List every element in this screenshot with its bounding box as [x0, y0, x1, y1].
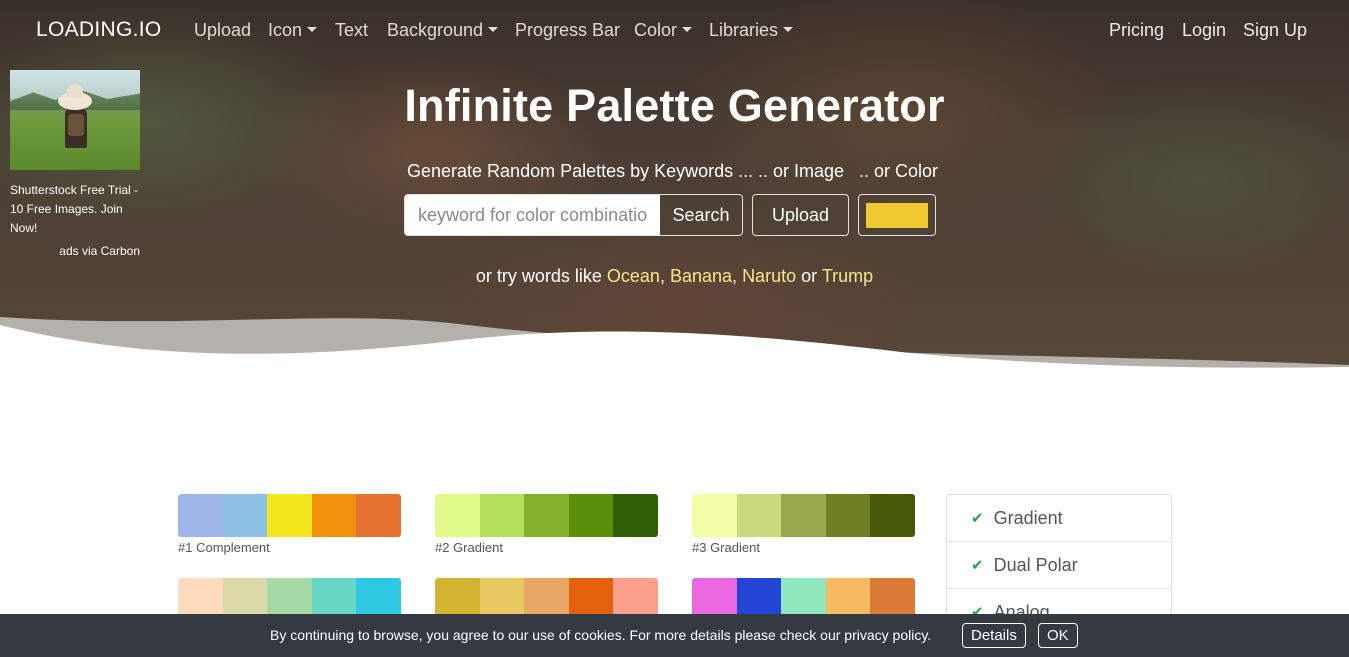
- try-words-prefix: or try words like: [475, 266, 602, 286]
- palette-card[interactable]: #1 Complement: [178, 494, 401, 555]
- cookie-details-button[interactable]: Details: [962, 623, 1026, 648]
- hero-wave-divider: [0, 317, 1349, 395]
- nav-icon-label: Icon: [268, 20, 303, 40]
- palette-label: #3 Gradient: [692, 540, 760, 555]
- try-sep: ,: [659, 266, 665, 286]
- keyword-search-group: Search: [404, 194, 743, 236]
- filter-gradient[interactable]: ✔ Gradient: [947, 495, 1171, 542]
- caret-down-icon: [307, 27, 318, 32]
- upload-image-button[interactable]: Upload: [752, 194, 849, 236]
- palette-swatch[interactable]: [781, 494, 826, 537]
- search-button[interactable]: Search: [660, 195, 742, 235]
- filter-dual-polar[interactable]: ✔ Dual Polar: [947, 542, 1171, 589]
- color-picker-button[interactable]: [858, 194, 936, 236]
- palette-swatch[interactable]: [825, 494, 871, 537]
- nav-libraries-label: Libraries: [709, 20, 779, 40]
- try-sep: ,: [732, 266, 738, 286]
- palette-card[interactable]: #3 Gradient: [692, 494, 915, 555]
- palette-swatch[interactable]: [356, 494, 401, 537]
- ad-text[interactable]: Shutterstock Free Trial - 10 Free Images…: [10, 181, 140, 238]
- nav-icon-dropdown[interactable]: Icon: [268, 20, 318, 41]
- nav-text[interactable]: Text: [335, 20, 368, 41]
- picked-color-swatch: [866, 203, 928, 228]
- try-words-line: or try words like Ocean, Banana, Naruto …: [0, 266, 1349, 287]
- palette-swatch[interactable]: [479, 494, 525, 537]
- nav-color-dropdown[interactable]: Color: [634, 20, 693, 41]
- palette-swatch[interactable]: [613, 494, 658, 537]
- palette-swatch[interactable]: [692, 494, 737, 537]
- top-navbar: LOADING.IO Upload Icon Text Background P…: [0, 0, 1349, 62]
- subtitle-color: .. or Color: [859, 161, 939, 181]
- cookie-consent-bar: By continuing to browse, you agree to ou…: [0, 614, 1349, 657]
- caret-down-icon: [783, 27, 794, 32]
- cookie-ok-button[interactable]: OK: [1038, 623, 1078, 648]
- cookie-message: By continuing to browse, you agree to ou…: [270, 627, 932, 643]
- try-word-naruto[interactable]: Naruto: [742, 266, 796, 286]
- nav-sign-up[interactable]: Sign Up: [1243, 20, 1307, 41]
- palette-swatch[interactable]: [435, 494, 480, 537]
- palette-swatch[interactable]: [311, 494, 357, 537]
- nav-pricing[interactable]: Pricing: [1109, 20, 1164, 41]
- nav-upload[interactable]: Upload: [194, 20, 251, 41]
- ad-via-carbon[interactable]: ads via Carbon: [10, 244, 140, 258]
- filter-label: Gradient: [993, 507, 1063, 528]
- check-icon: ✔: [971, 557, 984, 574]
- nav-libraries-dropdown[interactable]: Libraries: [709, 20, 794, 41]
- nav-background-label: Background: [387, 20, 484, 40]
- nav-text-label: Text: [335, 20, 369, 40]
- nav-upload-label: Upload: [194, 20, 252, 40]
- palette-swatch[interactable]: [524, 494, 569, 537]
- palette-card[interactable]: #2 Gradient: [435, 494, 658, 555]
- brand-logo[interactable]: LOADING.IO: [36, 18, 162, 42]
- palette-swatch[interactable]: [222, 494, 268, 537]
- caret-down-icon: [488, 27, 499, 32]
- page-title: Infinite Palette Generator: [404, 80, 945, 131]
- try-or: or: [801, 266, 818, 286]
- palette-swatch[interactable]: [178, 494, 223, 537]
- nav-progress-bar-label: Progress Bar: [515, 20, 621, 40]
- palette-swatch[interactable]: [736, 494, 782, 537]
- palette-label: #2 Gradient: [435, 540, 503, 555]
- subtitle-image: .. or Image: [758, 161, 845, 181]
- try-word-trump[interactable]: Trump: [822, 266, 873, 286]
- nav-color-label: Color: [634, 20, 678, 40]
- filter-label: Dual Polar: [993, 554, 1078, 575]
- palette-color-bar[interactable]: [178, 494, 401, 537]
- palette-swatch[interactable]: [267, 494, 312, 537]
- caret-down-icon: [682, 27, 693, 32]
- nav-login[interactable]: Login: [1182, 20, 1226, 41]
- nav-progress-bar[interactable]: Progress Bar: [515, 20, 620, 41]
- nav-background-dropdown[interactable]: Background: [387, 20, 499, 41]
- palette-swatch[interactable]: [568, 494, 614, 537]
- check-icon: ✔: [971, 510, 984, 527]
- palette-color-bar[interactable]: [692, 494, 915, 537]
- try-word-ocean[interactable]: Ocean: [607, 266, 660, 286]
- try-word-banana[interactable]: Banana: [670, 266, 732, 286]
- keyword-search-input[interactable]: [405, 195, 660, 235]
- subtitle-keywords: Generate Random Palettes by Keywords ...: [407, 161, 754, 181]
- palette-label: #1 Complement: [178, 540, 270, 555]
- palette-swatch[interactable]: [870, 494, 915, 537]
- palette-color-bar[interactable]: [435, 494, 658, 537]
